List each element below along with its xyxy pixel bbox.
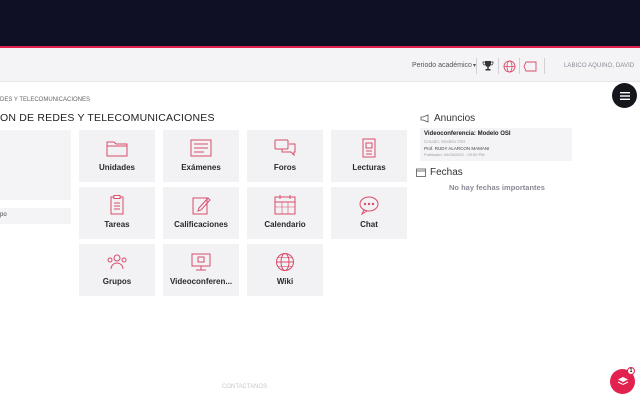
layers-icon [617, 377, 628, 386]
tile-label: Grupos [102, 277, 132, 286]
tile-grupos[interactable]: Grupos [79, 244, 155, 296]
menu-button[interactable] [612, 83, 637, 108]
tile-unidades[interactable]: Unidades [79, 130, 155, 182]
course-title: ON DE REDES Y TELECOMUNICACIONES [0, 112, 215, 124]
globe-icon[interactable] [502, 59, 516, 73]
groups-icon [107, 254, 127, 270]
tile-calendario[interactable]: Calendario [247, 187, 323, 239]
exam-icon [190, 139, 212, 157]
tile-examenes[interactable]: Exámenes [163, 130, 239, 182]
tile-label: Lecturas [352, 163, 386, 172]
tile-label: Calendario [264, 220, 306, 229]
announcement-subtitle: Creado: Modelo OSI [424, 139, 466, 144]
video-icon [191, 253, 211, 271]
fechas-heading: Fechas [416, 167, 463, 178]
tile-label: Wiki [276, 277, 294, 286]
tile-label: Foros [273, 163, 297, 172]
task-icon [110, 195, 124, 215]
tile-tareas[interactable]: Tareas [79, 187, 155, 239]
tile-lecturas[interactable]: Lecturas [331, 130, 407, 182]
periodo-selector[interactable]: Periodo académico▾ [412, 62, 476, 69]
no-dates-message: No hay fechas importantes [449, 183, 545, 192]
forum-icon [274, 139, 296, 157]
tile-chat[interactable]: Chat [331, 187, 407, 239]
tile-foros[interactable]: Foros [247, 130, 323, 182]
notification-badge: 1 [627, 367, 635, 375]
anuncios-heading: Anuncios [420, 113, 475, 124]
reading-icon [362, 138, 376, 158]
tile-calificaciones[interactable]: Calificaciones [163, 187, 239, 239]
megaphone-icon [420, 114, 429, 123]
divider [498, 58, 499, 74]
calendar-icon [416, 168, 426, 177]
tag-icon[interactable] [523, 59, 537, 73]
calendar-icon [274, 195, 296, 215]
divider [519, 58, 520, 74]
breadcrumb[interactable]: DES Y TELECOMUNICACIONES [0, 97, 90, 103]
course-info-card [0, 130, 71, 200]
folder-icon [106, 141, 128, 157]
hamburger-icon [619, 91, 630, 100]
announcement-professor: Prof. RUDY ALARCON MAMANI [424, 146, 490, 151]
announcement-date: Publicado: 04/05/2022 - 09:00 PM [424, 152, 485, 157]
tile-label: Tareas [104, 220, 130, 229]
fechas-title: Fechas [430, 167, 463, 178]
tile-label: Calificaciones [174, 220, 228, 229]
left-panel-item[interactable]: po [0, 208, 71, 224]
divider [544, 58, 545, 74]
announcement-title: Videoconferencia: Modelo OSI [424, 131, 511, 137]
divider [476, 58, 477, 74]
anuncios-title: Anuncios [434, 113, 476, 124]
grades-icon [192, 197, 211, 215]
tile-label: Exámenes [181, 163, 221, 172]
announcement-card[interactable]: Videoconferencia: Modelo OSI Creado: Mod… [420, 128, 572, 161]
tile-label: Chat [360, 220, 378, 229]
username[interactable]: LABICO AQUINO, DAVID [564, 63, 634, 69]
trophy-icon[interactable] [481, 59, 495, 73]
tile-label: Videoconferen... [169, 277, 233, 286]
chat-icon [359, 196, 379, 215]
tile-videoconferencia[interactable]: Videoconferen... [163, 244, 239, 296]
tile-wiki[interactable]: Wiki [247, 244, 323, 296]
top-navbar [0, 0, 640, 46]
tile-label: Unidades [98, 163, 135, 172]
globe-icon [276, 253, 294, 271]
footer-text[interactable]: CONTACTANOS [222, 384, 267, 390]
periodo-label: Periodo académico [412, 62, 472, 69]
